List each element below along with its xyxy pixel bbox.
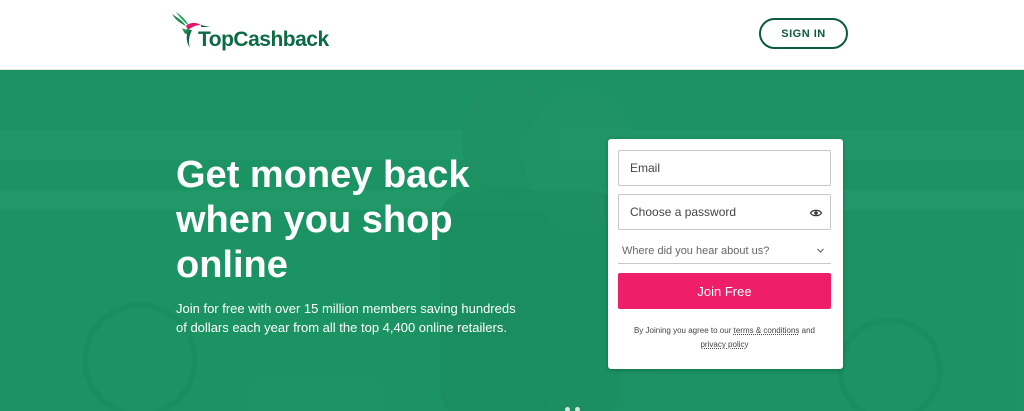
- carousel-dot[interactable]: [575, 407, 580, 411]
- hero-overlay: [0, 70, 1024, 411]
- signup-form: Email Choose a password Where did you he…: [608, 139, 843, 369]
- topcashback-logo[interactable]: TopCashback: [168, 8, 329, 54]
- password-placeholder: Choose a password: [630, 205, 737, 219]
- chevron-down-icon: [817, 248, 824, 253]
- privacy-link[interactable]: privacy policy: [700, 340, 748, 349]
- logo-wordmark: TopCashback: [198, 28, 329, 51]
- password-input[interactable]: Choose a password: [618, 194, 831, 230]
- site-header: TopCashback SIGN IN: [0, 0, 1024, 70]
- hero-subtext: Join for free with over 15 million membe…: [176, 301, 516, 335]
- carousel-dot[interactable]: [565, 407, 570, 411]
- terms-notice: By Joining you agree to our terms & cond…: [618, 324, 831, 352]
- email-input[interactable]: Email: [618, 150, 831, 186]
- hero-banner: Get money back when you shop online Join…: [0, 70, 1024, 411]
- terms-and: and: [801, 326, 816, 335]
- referral-placeholder: Where did you hear about us?: [622, 244, 770, 257]
- terms-prefix: By Joining you agree to our: [633, 326, 732, 335]
- referral-select[interactable]: Where did you hear about us?: [618, 238, 831, 264]
- carousel-dots: [565, 407, 580, 411]
- eye-icon[interactable]: [810, 207, 822, 219]
- join-free-button[interactable]: Join Free: [618, 273, 831, 309]
- hero-headline: Get money back when you shop online: [176, 154, 470, 286]
- terms-link[interactable]: terms & conditions: [734, 326, 800, 335]
- sign-in-button[interactable]: SIGN IN: [759, 18, 848, 49]
- email-placeholder: Email: [630, 161, 661, 175]
